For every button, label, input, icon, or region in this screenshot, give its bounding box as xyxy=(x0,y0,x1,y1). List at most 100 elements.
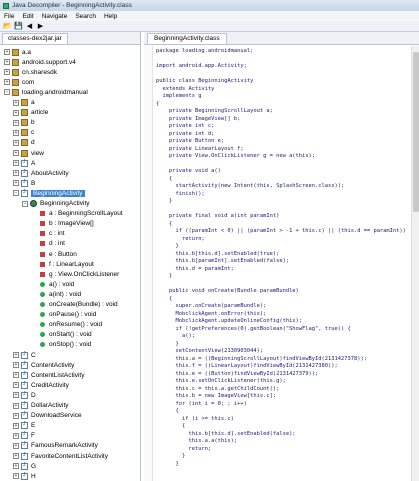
tree-item[interactable]: onPause() : void xyxy=(31,310,96,320)
expand-icon[interactable]: + xyxy=(13,170,19,177)
source-code[interactable]: package loading.androidmanual; import and… xyxy=(144,46,409,481)
tree-item[interactable]: a : BeginningScrollLayout xyxy=(31,209,123,219)
tree-item[interactable]: + view xyxy=(13,148,44,158)
tree-item[interactable]: +F xyxy=(13,431,35,441)
tree-item[interactable]: e : Button xyxy=(31,249,77,259)
tree-item[interactable]: d : int xyxy=(31,239,65,249)
expand-icon[interactable]: + xyxy=(13,109,19,116)
tree-item[interactable]: + AboutActivity xyxy=(13,168,69,178)
save-icon[interactable]: 💾 xyxy=(14,22,23,30)
expand-icon[interactable]: + xyxy=(4,69,10,76)
tree-item[interactable]: +A xyxy=(13,158,35,168)
tree-item[interactable]: + article xyxy=(13,108,48,118)
menu-search[interactable]: Search xyxy=(71,13,100,20)
forward-icon[interactable]: ▶ xyxy=(36,22,45,30)
expand-icon[interactable]: + xyxy=(13,392,19,399)
expand-icon[interactable]: + xyxy=(13,119,19,126)
open-file-icon[interactable]: 📂 xyxy=(3,22,12,30)
back-icon[interactable]: ◀ xyxy=(25,22,34,30)
tree-item[interactable]: g : View.OnClickListener xyxy=(31,269,119,279)
package-explorer: classes-dex2jar.jar + a.a + android.support… xyxy=(0,32,141,481)
window-title: Java Decompiler - BeginningActivity.clas… xyxy=(12,2,132,9)
tree-item-label: view xyxy=(31,149,45,157)
class-file-icon xyxy=(21,462,28,470)
code-line: for (int i = 0; ; i++) xyxy=(156,400,247,407)
expand-icon[interactable]: + xyxy=(13,150,19,156)
expand-icon[interactable]: + xyxy=(13,412,19,419)
tree-item[interactable]: + DollarActivity xyxy=(13,401,69,411)
tree-item[interactable]: a() : void xyxy=(31,279,74,289)
expand-icon[interactable]: + xyxy=(13,160,19,167)
code-line: this.b = new ImageView[this.c]; xyxy=(156,393,277,399)
tree-item[interactable]: + b xyxy=(13,118,35,128)
source-tab[interactable]: BeginningActivity.class xyxy=(147,33,227,44)
tree-item[interactable]: + CreditActivity xyxy=(13,380,69,390)
expand-icon[interactable]: + xyxy=(4,79,10,86)
expand-icon[interactable]: + xyxy=(13,463,19,470)
tree-item[interactable]: +H xyxy=(13,471,36,481)
tree-item-label: D xyxy=(31,391,36,399)
tree-item[interactable]: + FavoriteContentListActivity xyxy=(13,451,108,461)
collapse-icon[interactable]: − xyxy=(22,200,28,207)
menu-navigate[interactable]: Navigate xyxy=(38,13,72,20)
tree-item[interactable]: + c xyxy=(13,128,34,138)
expand-icon[interactable]: + xyxy=(13,180,19,187)
tree-item[interactable]: +D xyxy=(13,390,36,400)
menu-edit[interactable]: Edit xyxy=(18,13,37,20)
tree-item[interactable]: +B xyxy=(13,178,35,188)
tree-item[interactable]: + ContentActivity xyxy=(13,360,74,370)
tree-item[interactable]: +G xyxy=(13,461,36,471)
expand-icon[interactable]: + xyxy=(13,362,19,369)
expand-icon[interactable]: + xyxy=(13,99,19,106)
expand-icon[interactable]: + xyxy=(13,139,19,146)
expand-icon[interactable]: + xyxy=(13,382,19,389)
tree-item[interactable]: − BeginningActivity xyxy=(22,199,90,209)
tree-item[interactable]: + d xyxy=(13,138,35,148)
expand-icon[interactable]: + xyxy=(13,442,19,449)
tree-item[interactable]: b : ImageView[] xyxy=(31,219,94,229)
tree-item[interactable]: onStop() : void xyxy=(31,340,91,350)
expand-icon[interactable]: + xyxy=(13,453,19,459)
tree-item-label: e : Button xyxy=(49,250,77,258)
package-icon xyxy=(21,139,28,147)
expand-icon[interactable]: + xyxy=(13,352,19,358)
menu-help[interactable]: Help xyxy=(100,13,121,20)
collapse-icon[interactable]: − xyxy=(4,89,10,96)
tree-item[interactable]: + a.a xyxy=(4,47,31,57)
expand-icon[interactable]: + xyxy=(13,422,19,429)
tree-item[interactable]: onCreate(Bundle) : void xyxy=(31,300,118,310)
tree-item[interactable]: + ContentListActivity xyxy=(13,370,84,380)
tree-item[interactable]: + android.support.v4 xyxy=(4,57,76,67)
tree-item[interactable]: f : LinearLayout xyxy=(31,259,94,269)
scroll-thumb[interactable] xyxy=(413,52,419,212)
code-line: super.onCreate(paramBundle); xyxy=(156,303,267,309)
tree-item[interactable]: + com xyxy=(4,77,34,87)
tree-item[interactable]: + cn.sharesdk xyxy=(4,67,57,77)
vertical-scrollbar[interactable] xyxy=(411,46,419,481)
tree-item-label: onPause() : void xyxy=(49,311,97,319)
tree-item[interactable]: + DownloadService xyxy=(13,411,82,421)
expand-icon[interactable]: + xyxy=(13,372,19,379)
tree-item[interactable]: + FamousRemarkActivity xyxy=(13,441,98,451)
tree-item[interactable]: c : int xyxy=(31,229,65,239)
tree-item[interactable]: − BeginningActivity xyxy=(13,188,85,198)
tree-item[interactable]: − loading.androidmanual xyxy=(4,87,88,97)
tree-item[interactable]: a(int) : void xyxy=(31,289,81,299)
jar-tab[interactable]: classes-dex2jar.jar xyxy=(2,33,68,44)
expand-icon[interactable]: + xyxy=(13,402,19,409)
expand-icon[interactable]: + xyxy=(4,59,10,66)
menu-file[interactable]: File xyxy=(0,13,18,20)
tree-item-label: loading.androidmanual xyxy=(22,88,88,96)
tree-item[interactable]: onResume() : void xyxy=(31,320,102,330)
code-line: this.d = paramInt; xyxy=(156,265,234,272)
tree-item[interactable]: + a xyxy=(13,98,35,108)
tree-item[interactable]: +E xyxy=(13,421,35,431)
tree-item[interactable]: onStart() : void xyxy=(31,330,92,340)
expand-icon[interactable]: + xyxy=(13,129,19,136)
expand-icon[interactable]: + xyxy=(13,473,19,480)
expand-icon[interactable]: + xyxy=(13,432,19,439)
expand-icon[interactable]: + xyxy=(4,49,10,55)
tree-item-label: AboutActivity xyxy=(31,169,69,177)
tree-item[interactable]: +C xyxy=(13,350,36,360)
collapse-icon[interactable]: − xyxy=(13,190,19,197)
